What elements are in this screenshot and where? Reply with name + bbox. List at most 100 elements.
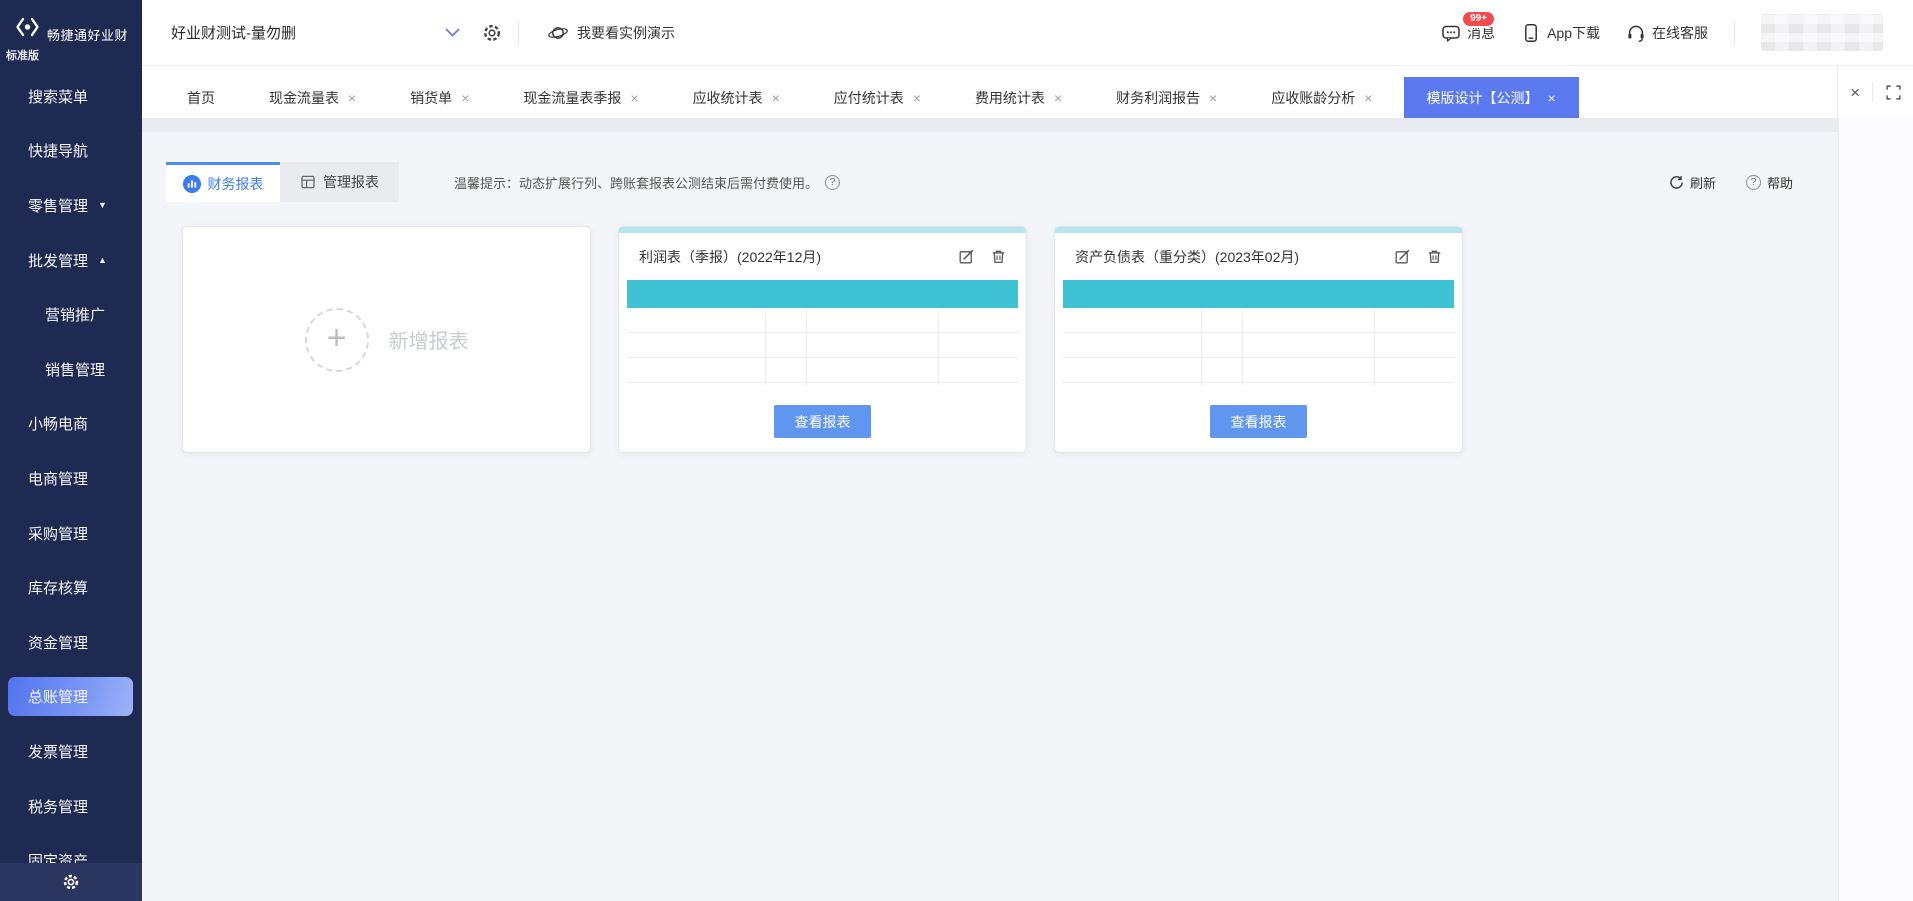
- report-card-balance-sheet: 资产负债表（重分类）(2023年02月): [1054, 226, 1463, 453]
- sidebar-item-funds-mgmt[interactable]: 资金管理: [0, 615, 142, 670]
- report-subtab-row: 财务报表 管理报表 温馨提示：动态扩展行列、跨账套报表公测结束后需付费使用。 ?: [142, 162, 1913, 202]
- report-card-profit-statement: 利润表（季报）(2022年12月): [618, 226, 1027, 453]
- grid-line: [1063, 382, 1454, 383]
- sidebar-item-sales-mgmt[interactable]: 销售管理: [0, 342, 142, 397]
- refresh-icon: [1669, 175, 1684, 190]
- sidebar-item-general-ledger[interactable]: 总账管理: [0, 670, 142, 725]
- sidebar-item-marketing-promo[interactable]: 营销推广: [0, 287, 142, 342]
- tab-cash-flow-quarterly[interactable]: 现金流量表季报×: [500, 77, 661, 118]
- edit-icon: [959, 249, 974, 264]
- chevron-up-icon: ▲: [98, 255, 107, 265]
- subtab-management-reports[interactable]: 管理报表: [280, 162, 399, 202]
- close-tab-icon[interactable]: ×: [1548, 91, 1556, 105]
- app-download-label: App下载: [1547, 23, 1600, 43]
- demo-link-label: 我要看实例演示: [577, 23, 675, 43]
- close-tab-icon[interactable]: ×: [1054, 91, 1062, 105]
- report-actions: 刷新 ? 帮助: [1669, 173, 1793, 192]
- close-tab-icon[interactable]: ×: [913, 91, 921, 105]
- report-preview-header-bar: [627, 280, 1018, 308]
- sidebar-item-quick-nav[interactable]: 快捷导航: [0, 124, 142, 179]
- report-preview-grid: [627, 308, 1018, 385]
- close-tab-icon[interactable]: ×: [461, 91, 469, 105]
- phone-icon: [1521, 23, 1541, 43]
- report-preview-header-bar: [1063, 280, 1454, 308]
- close-tab-icon[interactable]: ×: [1364, 91, 1372, 105]
- tab-receivables-stats[interactable]: 应收统计表×: [670, 77, 803, 118]
- subtab-financial-reports[interactable]: 财务报表: [166, 162, 280, 202]
- sidebar-item-purchase-mgmt[interactable]: 采购管理: [0, 506, 142, 561]
- delete-report-button[interactable]: [1427, 249, 1442, 264]
- tab-payables-stats[interactable]: 应付统计表×: [811, 77, 944, 118]
- add-report-label: 新增报表: [389, 325, 469, 354]
- tab-home[interactable]: 首页: [164, 77, 238, 118]
- grid-line: [627, 357, 1018, 358]
- help-button[interactable]: ? 帮助: [1746, 173, 1793, 192]
- sidebar-item-xiaochang-ecommerce[interactable]: 小畅电商: [0, 397, 142, 452]
- plus-circle-icon: +: [305, 308, 369, 372]
- grid-line: [765, 308, 766, 385]
- sidebar-item-wholesale-mgmt[interactable]: 批发管理▲: [0, 233, 142, 288]
- card-action-icons: [959, 249, 1006, 264]
- account-switcher[interactable]: 好业财测试-量勿删: [142, 22, 460, 43]
- sidebar-item-tax-mgmt[interactable]: 税务管理: [0, 779, 142, 834]
- tab-financial-profit-report[interactable]: 财务利润报告×: [1093, 77, 1240, 118]
- card-action-icons: [1395, 249, 1442, 264]
- messages-button[interactable]: 99+ 消息: [1441, 23, 1495, 43]
- logo-edition-badge: 标准版: [6, 47, 39, 63]
- report-card-title: 利润表（季报）(2022年12月): [639, 247, 821, 267]
- close-tab-icon[interactable]: ×: [348, 91, 356, 105]
- demo-link[interactable]: 我要看实例演示: [547, 23, 675, 43]
- close-tab-icon[interactable]: ×: [1209, 91, 1217, 105]
- subtab-financial-label: 财务报表: [208, 174, 264, 194]
- online-support-label: 在线客服: [1652, 23, 1708, 43]
- user-account-blurred[interactable]: [1761, 14, 1883, 51]
- view-report-button[interactable]: 查看报表: [1210, 405, 1307, 438]
- sidebar-item-ecommerce-mgmt[interactable]: 电商管理: [0, 451, 142, 506]
- edit-icon: [1395, 249, 1410, 264]
- sidebar: 畅捷通好业财 标准版 搜索菜单 快捷导航 零售管理▼ 批发管理▲ 营销推广 销售…: [0, 0, 142, 901]
- sidebar-item-inventory-accounting[interactable]: 库存核算: [0, 560, 142, 615]
- help-label: 帮助: [1767, 173, 1793, 192]
- grid-line: [627, 382, 1018, 383]
- close-all-tabs-icon[interactable]: ×: [1850, 84, 1860, 101]
- gear-icon: [482, 23, 502, 43]
- sidebar-item-invoice-mgmt[interactable]: 发票管理: [0, 724, 142, 779]
- sidebar-settings-bar[interactable]: [0, 863, 142, 901]
- close-tab-icon[interactable]: ×: [772, 91, 780, 105]
- tab-cash-flow-statement[interactable]: 现金流量表×: [246, 77, 379, 118]
- card-title-row: 利润表（季报）(2022年12月): [619, 233, 1026, 280]
- tip-text: 温馨提示：动态扩展行列、跨账套报表公测结束后需付费使用。: [454, 173, 818, 192]
- report-preview-grid: [1063, 308, 1454, 385]
- grid-line: [1374, 308, 1375, 385]
- refresh-button[interactable]: 刷新: [1669, 173, 1716, 192]
- help-circle-icon: ?: [1746, 175, 1761, 190]
- tab-receivables-aging[interactable]: 应收账龄分析×: [1248, 77, 1395, 118]
- tab-template-design[interactable]: 模版设计【公测】×: [1404, 77, 1579, 118]
- grid-line: [1063, 332, 1454, 333]
- app-logo: 畅捷通好业财 标准版: [0, 0, 142, 66]
- header-divider: [518, 22, 519, 44]
- app-download-button[interactable]: App下载: [1521, 23, 1600, 43]
- edit-report-button[interactable]: [1395, 249, 1410, 264]
- trash-icon: [1427, 249, 1442, 264]
- close-tab-icon[interactable]: ×: [630, 91, 638, 105]
- edit-report-button[interactable]: [959, 249, 974, 264]
- card-button-row: 查看报表: [1055, 405, 1462, 438]
- tab-expense-stats[interactable]: 费用统计表×: [952, 77, 1085, 118]
- online-support-button[interactable]: 在线客服: [1626, 23, 1708, 43]
- card-title-row: 资产负债表（重分类）(2023年02月): [1055, 233, 1462, 280]
- sidebar-item-search-menu[interactable]: 搜索菜单: [0, 69, 142, 124]
- delete-report-button[interactable]: [991, 249, 1006, 264]
- tab-sales-order[interactable]: 销货单×: [387, 77, 492, 118]
- settings-gear-button[interactable]: [482, 23, 502, 43]
- grid-line: [1201, 308, 1202, 385]
- view-report-button[interactable]: 查看报表: [774, 405, 871, 438]
- sidebar-item-fixed-assets[interactable]: 固定资产: [0, 833, 142, 863]
- help-circle-icon[interactable]: ?: [825, 175, 840, 190]
- tab-controls-divider: [1872, 82, 1873, 102]
- add-report-card[interactable]: + 新增报表: [182, 226, 591, 453]
- card-button-row: 查看报表: [619, 405, 1026, 438]
- fullscreen-icon[interactable]: [1886, 85, 1901, 100]
- sidebar-item-retail-mgmt[interactable]: 零售管理▼: [0, 178, 142, 233]
- messages-badge: 99+: [1461, 10, 1496, 28]
